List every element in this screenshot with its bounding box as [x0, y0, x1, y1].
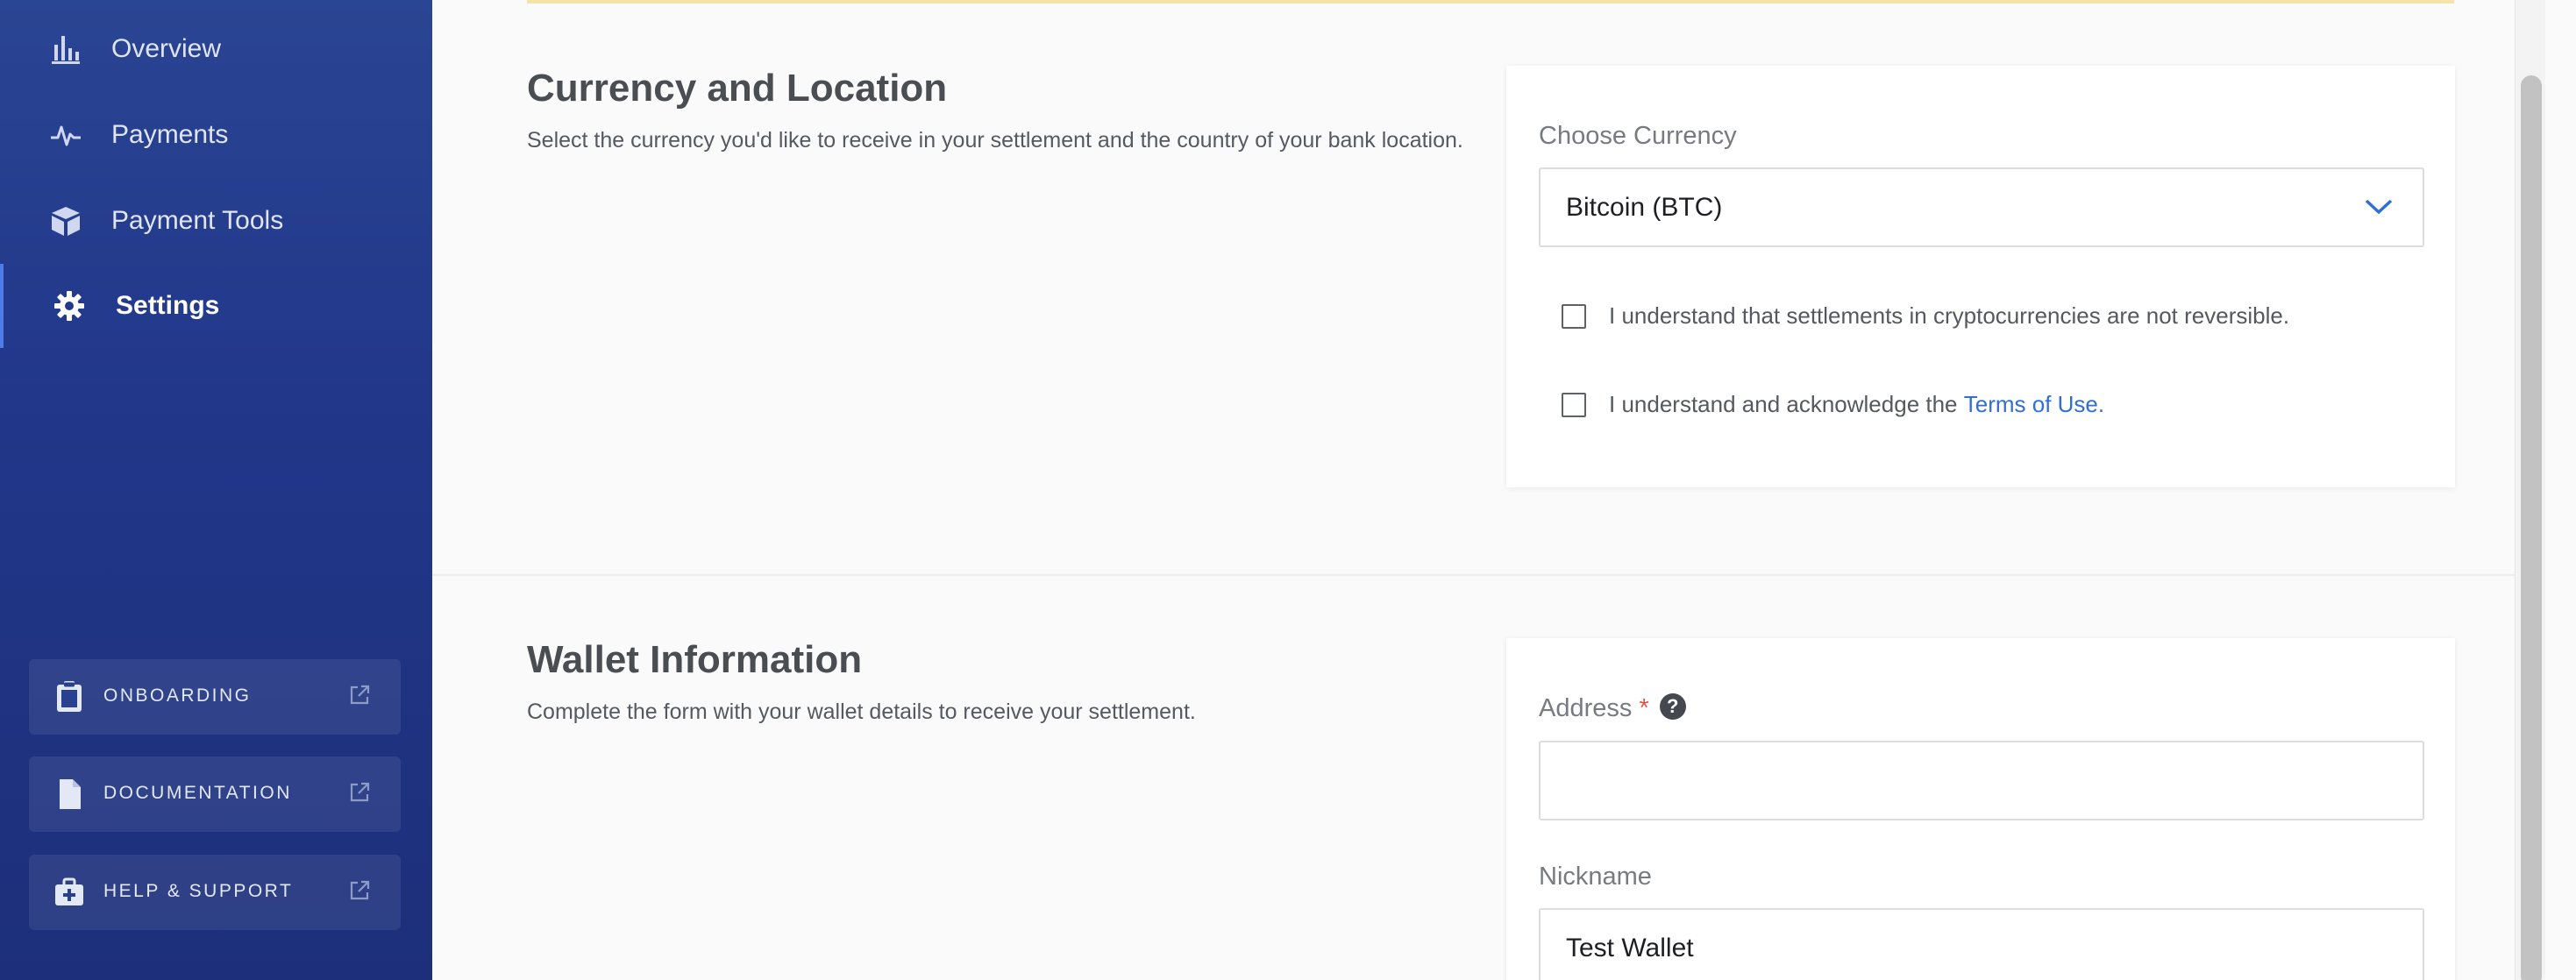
- currency-section-title: Currency and Location: [527, 67, 948, 110]
- help-support-label: HELP & SUPPORT: [103, 881, 294, 901]
- external-link-icon: [350, 685, 370, 705]
- currency-select-value: Bitcoin (BTC): [1566, 193, 1723, 222]
- choose-currency-label: Choose Currency: [1539, 122, 1737, 150]
- bar-chart-icon: [52, 36, 80, 64]
- sidebar-item-payment-tools[interactable]: Payment Tools: [0, 179, 432, 263]
- reversible-ack-checkbox[interactable]: [1562, 303, 1586, 329]
- scrollbar[interactable]: [2515, 0, 2545, 980]
- section-divider: [432, 574, 2545, 576]
- clipboard-icon: [57, 681, 82, 712]
- nickname-label: Nickname: [1539, 863, 1652, 891]
- wallet-section-title: Wallet Information: [527, 638, 863, 681]
- wallet-section-description: Complete the form with your wallet detai…: [527, 699, 1196, 724]
- address-input[interactable]: [1539, 741, 2424, 820]
- help-icon[interactable]: ?: [1659, 693, 1686, 721]
- reversible-ack-row: I understand that settlements in cryptoc…: [1562, 302, 2289, 330]
- box-icon: [52, 207, 80, 236]
- terms-ack-label-suffix: .: [2097, 391, 2105, 417]
- first-aid-kit-icon: [55, 877, 83, 905]
- documentation-label: DOCUMENTATION: [103, 783, 292, 803]
- required-mark: *: [1639, 694, 1649, 722]
- external-link-icon: [350, 782, 370, 802]
- onboarding-label: ONBOARDING: [103, 685, 252, 706]
- sidebar-item-settings[interactable]: Settings: [0, 264, 432, 348]
- reversible-ack-label: I understand that settlements in cryptoc…: [1609, 302, 2290, 329]
- currency-section-description: Select the currency you'd like to receiv…: [527, 128, 1463, 153]
- external-link-icon: [350, 880, 370, 900]
- chevron-down-icon: [2365, 199, 2393, 215]
- sidebar-item-label: Payment Tools: [111, 206, 284, 235]
- onboarding-button[interactable]: ONBOARDING: [29, 659, 401, 735]
- terms-ack-row: I understand and acknowledge the Terms o…: [1562, 391, 2104, 418]
- active-indicator: [0, 264, 4, 348]
- terms-ack-label-prefix: I understand and acknowledge the: [1609, 391, 1964, 417]
- help-support-button[interactable]: HELP & SUPPORT: [29, 855, 401, 930]
- sidebar-item-label: Overview: [111, 34, 222, 63]
- sidebar: Overview Payments Payment Tools Settings…: [0, 0, 432, 980]
- sidebar-item-overview[interactable]: Overview: [0, 7, 432, 91]
- wallet-card: Address *? Nickname: [1506, 638, 2455, 980]
- notice-banner-edge: [527, 0, 2454, 4]
- terms-ack-checkbox[interactable]: [1562, 392, 1586, 417]
- activity-icon: [51, 125, 81, 146]
- currency-select[interactable]: Bitcoin (BTC): [1539, 167, 2424, 247]
- sidebar-item-payments[interactable]: Payments: [0, 93, 432, 177]
- document-icon: [60, 779, 81, 809]
- terms-of-use-link[interactable]: Terms of Use: [1964, 391, 2098, 418]
- address-label: Address *?: [1539, 693, 1686, 723]
- documentation-button[interactable]: DOCUMENTATION: [29, 756, 401, 832]
- nickname-input[interactable]: [1539, 908, 2424, 980]
- gear-icon: [54, 291, 84, 321]
- settings-main: Currency and Location Select the currenc…: [432, 0, 2545, 980]
- address-label-text: Address: [1539, 694, 1633, 722]
- sidebar-item-label: Payments: [111, 120, 229, 149]
- scrollbar-thumb[interactable]: [2521, 75, 2542, 980]
- sidebar-item-label: Settings: [116, 291, 220, 320]
- currency-card: Choose Currency Bitcoin (BTC) I understa…: [1506, 66, 2455, 487]
